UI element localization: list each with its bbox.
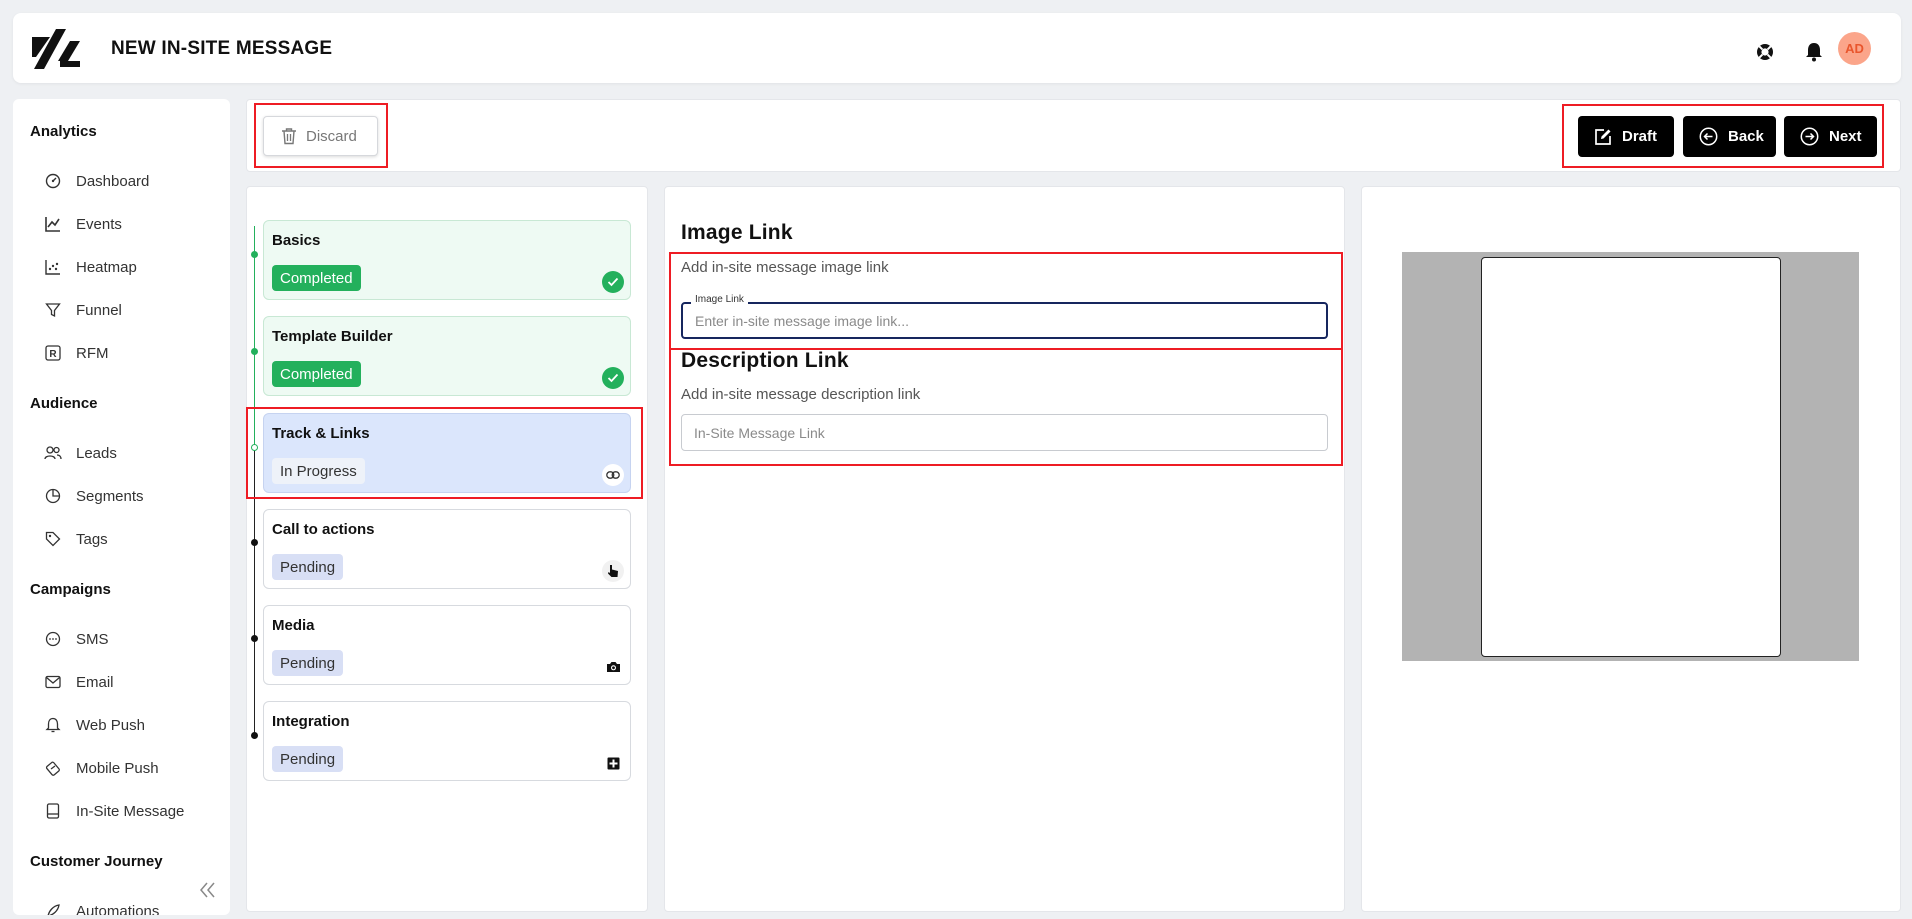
step-title: Media [272,617,315,634]
sidebar-item-leads[interactable]: Leads [44,441,117,465]
notification-bell-icon[interactable] [1802,40,1826,64]
svg-text:R: R [49,349,57,360]
back-label: Back [1728,128,1764,145]
description-link-input[interactable] [681,414,1328,451]
form-panel [664,186,1345,912]
step-integration[interactable]: Integration Pending [263,701,631,781]
timeline-dot [251,348,258,355]
integration-icon [602,752,624,774]
page-title: NEW IN-SITE MESSAGE [111,38,333,59]
image-link-label: Image Link [691,294,748,305]
scatter-chart-icon [44,258,62,276]
description-link-title: Description Link [681,349,849,372]
timeline-dot [251,444,258,451]
app-header: NEW IN-SITE MESSAGE AD [13,13,1901,83]
sidebar-item-funnel[interactable]: Funnel [44,298,122,322]
step-call-to-actions[interactable]: Call to actions Pending [263,509,631,589]
sidebar-item-mobile-push[interactable]: Mobile Push [44,756,159,780]
sidebar-item-rfm[interactable]: R RFM [44,341,109,365]
chat-bubble-icon [44,630,62,648]
sidebar-item-email[interactable]: Email [44,670,114,694]
status-badge: Pending [272,746,344,772]
timeline-dot [251,732,258,739]
draft-button[interactable]: Draft [1578,116,1674,157]
sidebar-section-analytics: Analytics [30,123,97,140]
status-badge: Completed [272,265,361,291]
bell-outline-icon [44,716,62,734]
status-badge: Completed [272,361,361,387]
timeline-dot [251,635,258,642]
timeline-line-completed [254,226,255,448]
timeline-line-pending [254,448,255,736]
sidebar-item-dashboard[interactable]: Dashboard [44,169,149,193]
users-icon [44,444,62,462]
screen-message-icon [44,802,62,820]
check-icon [602,271,624,293]
step-title: Track & Links [272,425,370,442]
description-link-description: Add in-site message description link [681,386,921,403]
tag-icon [44,530,62,548]
step-basics[interactable]: Basics Completed [263,220,631,300]
user-avatar[interactable]: AD [1838,32,1871,65]
app-logo[interactable] [30,27,84,71]
next-label: Next [1829,128,1862,145]
sidebar-item-tags[interactable]: Tags [44,527,108,551]
pointer-icon [602,560,624,582]
back-button[interactable]: Back [1683,116,1776,157]
arrow-right-circle-icon [1800,127,1819,146]
help-lifebuoy-icon[interactable] [1753,40,1777,64]
timeline-dot [251,539,258,546]
sidebar: Analytics Dashboard Events Heatmap Funne… [13,99,230,915]
status-badge: In Progress [272,458,365,484]
next-button[interactable]: Next [1784,116,1877,157]
check-icon [602,367,624,389]
sidebar-item-automations[interactable]: Automations [44,899,159,915]
sidebar-section-customer-journey: Customer Journey [30,853,163,870]
sidebar-section-campaigns: Campaigns [30,581,111,598]
mobile-push-icon [44,759,62,777]
camera-icon [602,656,624,678]
draft-label: Draft [1622,128,1658,145]
arrow-left-circle-icon [1699,127,1718,146]
timeline-dot [251,251,258,258]
sidebar-item-in-site-message[interactable]: In-Site Message [44,799,184,823]
status-badge: Pending [272,650,344,676]
dashboard-gauge-icon [44,172,62,190]
image-link-description: Add in-site message image link [681,259,889,276]
step-template-builder[interactable]: Template Builder Completed [263,316,631,396]
trash-icon [282,128,296,145]
sidebar-item-heatmap[interactable]: Heatmap [44,255,137,279]
step-media[interactable]: Media Pending [263,605,631,685]
line-chart-icon [44,215,62,233]
sidebar-item-web-push[interactable]: Web Push [44,713,145,737]
step-title: Call to actions [272,521,375,538]
sidebar-item-segments[interactable]: Segments [44,484,144,508]
sidebar-item-events[interactable]: Events [44,212,122,236]
rfm-letter-icon: R [44,344,62,362]
image-link-title: Image Link [681,221,793,244]
status-badge: Pending [272,554,344,580]
step-track-links[interactable]: Track & Links In Progress [263,413,631,493]
message-preview-frame [1481,257,1781,657]
discard-label: Discard [306,127,357,145]
collapse-sidebar-icon[interactable] [197,879,219,901]
discard-button[interactable]: Discard [263,116,378,156]
step-title: Template Builder [272,328,393,345]
envelope-icon [44,673,62,691]
pie-chart-icon [44,487,62,505]
rocket-icon [44,902,62,915]
image-link-input[interactable] [681,302,1328,339]
funnel-icon [44,301,62,319]
link-icon [602,464,624,486]
sidebar-item-sms[interactable]: SMS [44,627,109,651]
step-title: Basics [272,232,321,249]
edit-pencil-icon [1595,128,1611,145]
step-title: Integration [272,713,350,730]
sidebar-section-audience: Audience [30,395,98,412]
